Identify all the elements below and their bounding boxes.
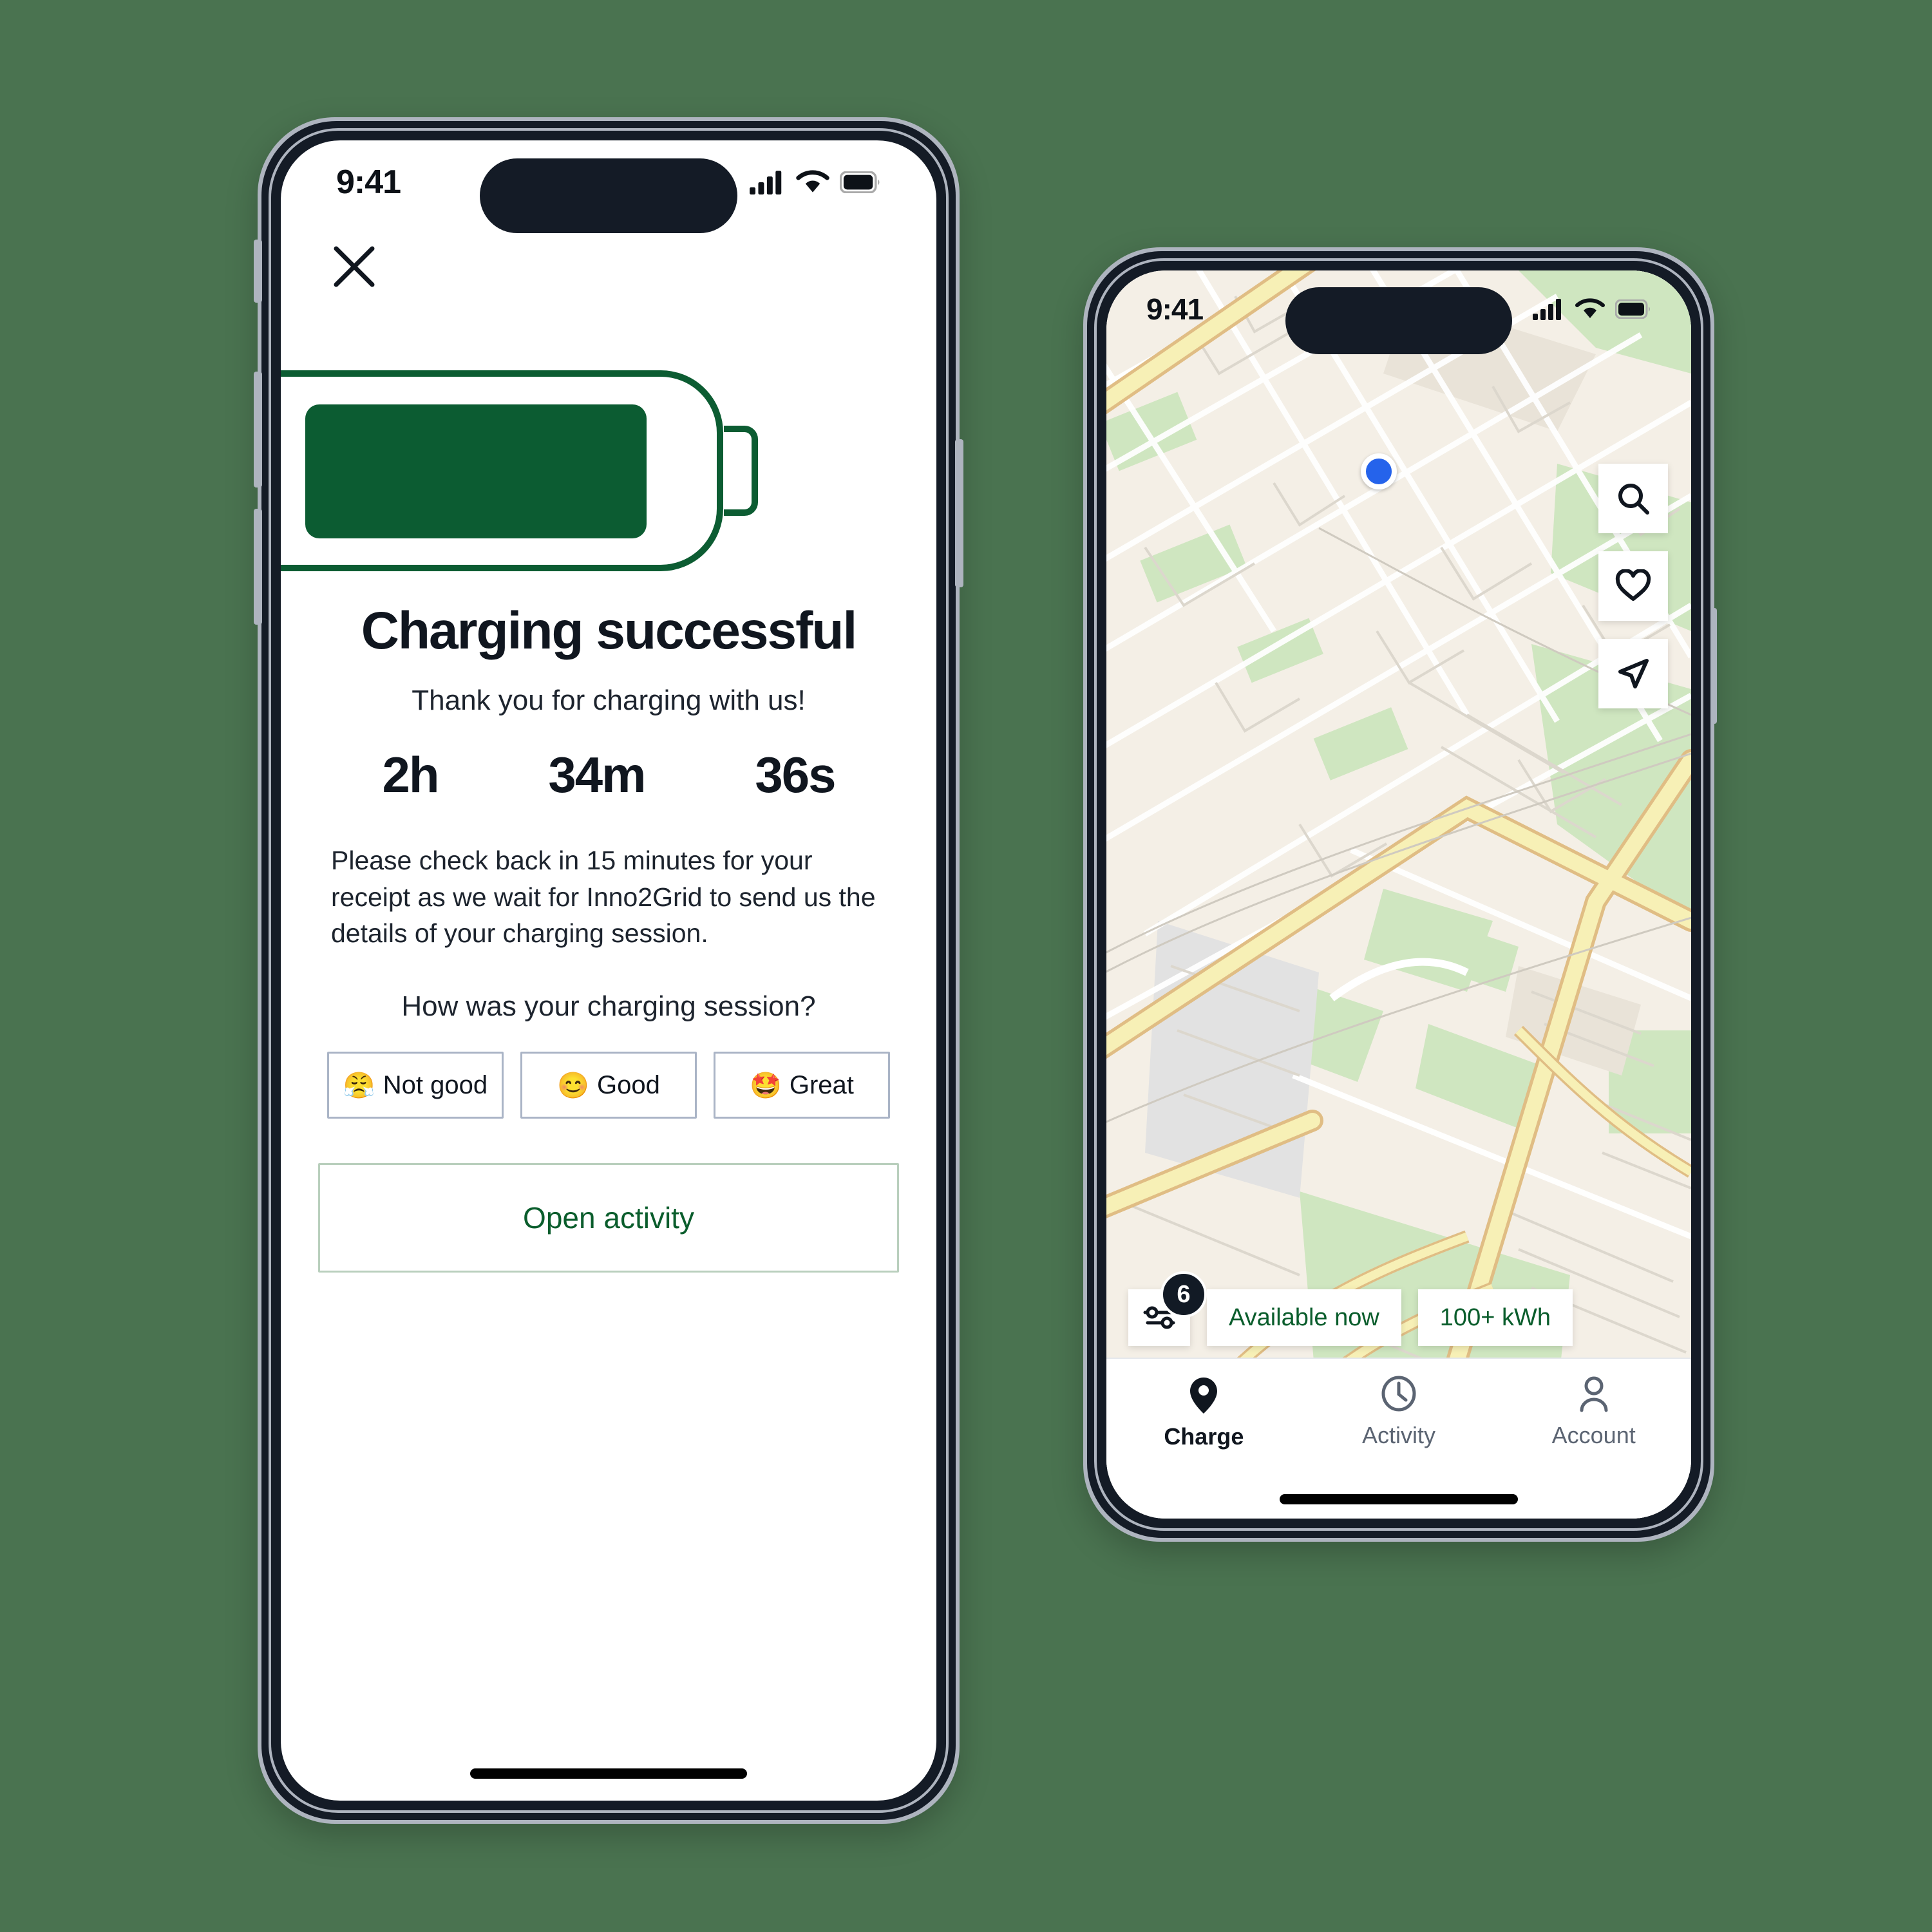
search-icon	[1618, 484, 1649, 515]
battery-icon	[840, 171, 880, 193]
clock-icon	[1381, 1376, 1416, 1412]
rating-not-good-label: Not good	[383, 1070, 488, 1099]
open-activity-button[interactable]: Open activity	[318, 1163, 899, 1273]
rating-good-label: Good	[596, 1070, 660, 1099]
status-time: 9:41	[1146, 292, 1204, 326]
dynamic-island	[480, 158, 737, 233]
home-indicator	[1280, 1494, 1518, 1504]
battery-full-icon	[281, 370, 758, 571]
heart-icon	[1615, 569, 1651, 601]
rating-great-label: Great	[789, 1070, 854, 1099]
chip-available-now[interactable]: Available now	[1207, 1289, 1401, 1346]
wifi-icon	[796, 170, 829, 193]
smiling-face-icon: 😊	[557, 1071, 589, 1100]
chip-100-kwh[interactable]: 100+ kWh	[1417, 1289, 1573, 1346]
power-button[interactable]	[1711, 608, 1717, 724]
home-indicator	[470, 1768, 747, 1779]
receipt-notice: Please check back in 15 minutes for your…	[331, 846, 876, 949]
rating-great[interactable]: 🤩 Great	[714, 1052, 890, 1119]
power-button[interactable]	[955, 439, 963, 587]
navigate-icon	[1618, 659, 1649, 688]
status-icons	[750, 170, 881, 194]
wifi-icon	[1575, 298, 1605, 318]
tab-activity-label: Activity	[1362, 1422, 1436, 1448]
map-filter-row: 6 Available now 100+ kWh	[1128, 1271, 1669, 1346]
status-icons	[1533, 298, 1651, 320]
map-pin-icon	[1190, 1378, 1218, 1414]
person-icon	[1580, 1376, 1608, 1412]
filter-badge: 6	[1160, 1271, 1207, 1318]
phone-right-screen: 9:41 6 Available now 100+ kWh Charge Act…	[1106, 270, 1691, 1519]
map-search-button[interactable]	[1598, 464, 1668, 533]
volume-down-button[interactable]	[254, 509, 262, 625]
phone-left-screen: 9:41 Charging successful Thank you for c…	[281, 140, 936, 1801]
silent-switch[interactable]	[254, 240, 262, 303]
rating-not-good[interactable]: 😤 Not good	[327, 1052, 504, 1119]
volume-up-button[interactable]	[254, 372, 262, 488]
screenshot-stage: 9:41 6 Available now 100+ kWh Charge Act…	[0, 0, 1932, 1932]
phone-right: 9:41 6 Available now 100+ kWh Charge Act…	[1083, 247, 1717, 1542]
cellular-signal-icon	[750, 171, 782, 194]
tab-charge-label: Charge	[1164, 1423, 1244, 1450]
tab-account[interactable]: Account	[1496, 1376, 1691, 1449]
star-struck-face-icon: 🤩	[750, 1071, 782, 1100]
tab-charge[interactable]: Charge	[1106, 1376, 1302, 1450]
user-location-dot	[1361, 453, 1397, 489]
dynamic-island	[1285, 287, 1512, 354]
map-favorites-button[interactable]	[1598, 551, 1668, 621]
duration-minutes: 34m	[548, 746, 646, 803]
duration-seconds: 36s	[755, 746, 836, 803]
close-icon	[334, 246, 375, 287]
tab-account-label: Account	[1551, 1422, 1636, 1448]
close-button[interactable]	[326, 238, 383, 295]
page-title: Charging successful	[361, 601, 858, 660]
battery-illustration	[281, 365, 936, 577]
duration-hours: 2h	[382, 746, 439, 803]
battery-icon	[1615, 299, 1650, 319]
status-time: 9:41	[336, 164, 401, 201]
rating-options: 😤 Not good 😊 Good 🤩 Great	[327, 1052, 890, 1119]
phone-left: 9:41 Charging successful Thank you for c…	[254, 117, 963, 1824]
steam-face-icon: 😤	[343, 1071, 375, 1100]
cellular-signal-icon	[1533, 299, 1561, 320]
session-duration: 2h 34m 36s	[281, 746, 936, 804]
map-control-stack	[1598, 464, 1668, 708]
filter-button[interactable]: 6	[1128, 1271, 1207, 1346]
rating-good[interactable]: 😊 Good	[520, 1052, 697, 1119]
map-locate-button[interactable]	[1598, 639, 1668, 708]
page-subtitle: Thank you for charging with us!	[412, 685, 806, 716]
rating-question: How was your charging session?	[401, 990, 816, 1022]
tab-activity[interactable]: Activity	[1302, 1376, 1497, 1449]
